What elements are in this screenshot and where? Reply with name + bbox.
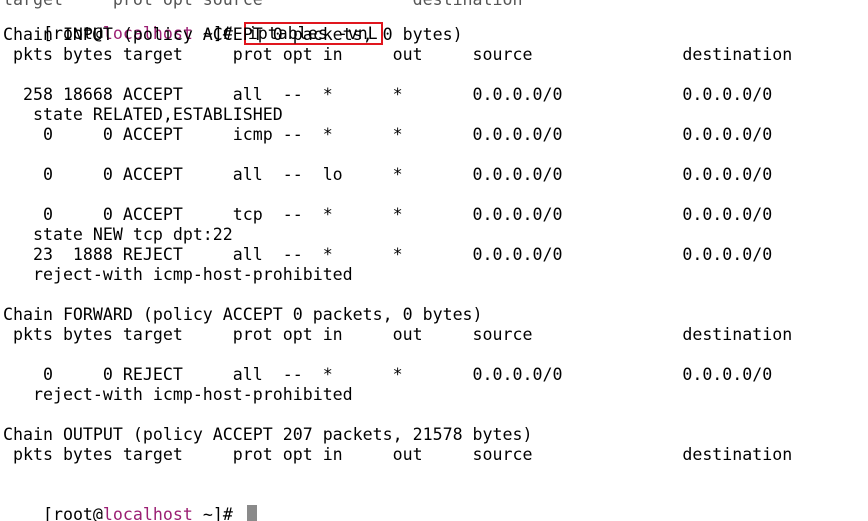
output-line: 258 18668 ACCEPT all -- * * 0.0.0.0/0 0.… xyxy=(3,85,773,104)
output-line: reject-with icmp-host-prohibited xyxy=(3,265,353,284)
output-line: state RELATED,ESTABLISHED xyxy=(3,105,283,124)
current-prompt-line[interactable]: [root@localhost ~]# xyxy=(3,485,257,521)
command-prompt-line: [root@localhost ~]# iptables -vnL xyxy=(3,4,383,45)
output-line: pkts bytes target prot opt in out source… xyxy=(3,445,793,464)
terminal-window[interactable]: target prot opt source destination [root… xyxy=(0,0,868,521)
text-cursor xyxy=(246,505,257,521)
output-line: state NEW tcp dpt:22 xyxy=(3,225,233,244)
prompt-user: [root@ xyxy=(42,505,103,521)
output-line: 0 0 REJECT all -- * * 0.0.0.0/0 0.0.0.0/… xyxy=(3,365,773,384)
prompt-path: ~]# xyxy=(192,505,243,521)
output-line: 0 0 ACCEPT tcp -- * * 0.0.0.0/0 0.0.0.0/… xyxy=(3,205,773,224)
prompt-hostname: localhost xyxy=(102,505,193,521)
output-line: Chain OUTPUT (policy ACCEPT 207 packets,… xyxy=(3,425,533,444)
output-line: pkts bytes target prot opt in out source… xyxy=(3,325,793,344)
output-line: reject-with icmp-host-prohibited xyxy=(3,385,353,404)
output-line: Chain FORWARD (policy ACCEPT 0 packets, … xyxy=(3,305,483,324)
output-line: 0 0 ACCEPT all -- lo * 0.0.0.0/0 0.0.0.0… xyxy=(3,165,773,184)
output-line: pkts bytes target prot opt in out source… xyxy=(3,45,793,64)
output-line: 23 1888 REJECT all -- * * 0.0.0.0/0 0.0.… xyxy=(3,245,773,264)
output-line: Chain INPUT (policy ACCEPT 0 packets, 0 … xyxy=(3,25,463,44)
output-line: 0 0 ACCEPT icmp -- * * 0.0.0.0/0 0.0.0.0… xyxy=(3,125,773,144)
